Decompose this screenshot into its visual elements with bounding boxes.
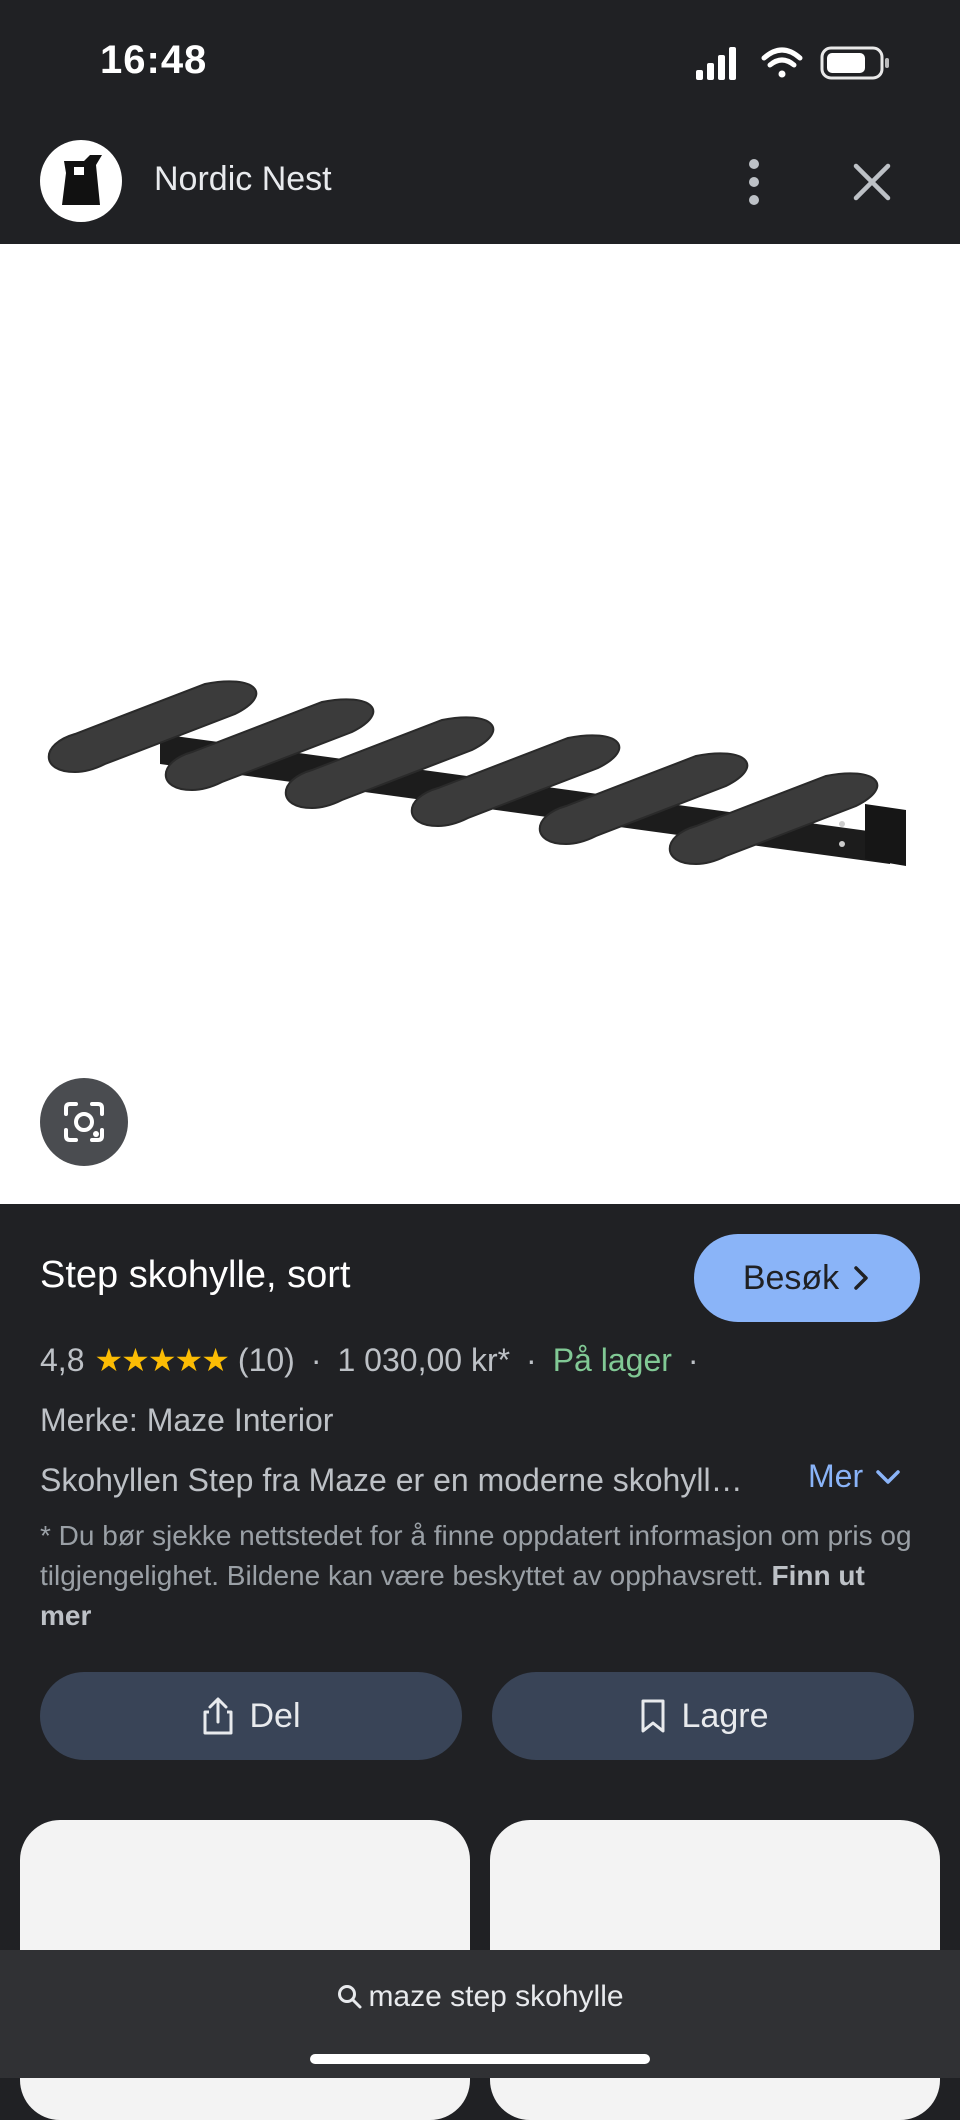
- visit-button[interactable]: Besøk: [694, 1234, 920, 1322]
- brand-line: Merke: Maze Interior: [40, 1402, 334, 1438]
- status-time: 16:48: [100, 38, 208, 82]
- site-name[interactable]: Nordic Nest: [154, 160, 332, 199]
- search-query-chip[interactable]: maze step skohylle: [0, 1980, 960, 2014]
- chevron-down-icon: [876, 1469, 900, 1484]
- product-meta-row: 4,8 ★★★★★ (10) · 1 030,00 kr* · På lager…: [40, 1338, 705, 1382]
- chevron-right-icon: [854, 1266, 868, 1290]
- share-label: Del: [249, 1696, 301, 1735]
- status-icons: [696, 44, 896, 84]
- search-icon: [338, 1985, 362, 2009]
- disclaimer: * Du bør sjekke nettstedet for å finne o…: [40, 1516, 920, 1636]
- product-image: [47, 680, 906, 866]
- bottom-search-bar: maze step skohylle: [0, 1950, 960, 2078]
- cellular-signal-icon: [696, 47, 736, 80]
- wifi-icon: [761, 47, 803, 78]
- status-icons-svg: [696, 46, 889, 80]
- save-label: Lagre: [681, 1696, 769, 1735]
- battery-icon: [820, 46, 889, 80]
- lens-icon: [64, 1102, 104, 1142]
- separator: ·: [687, 1341, 699, 1378]
- product-image-area[interactable]: [0, 244, 960, 1204]
- review-count[interactable]: (10): [238, 1342, 295, 1379]
- share-button[interactable]: Del: [40, 1672, 462, 1760]
- separator: ·: [526, 1341, 537, 1378]
- availability-status: På lager: [552, 1341, 672, 1378]
- close-icon: [853, 163, 891, 201]
- more-options-button[interactable]: [738, 156, 770, 208]
- price: 1 030,00 kr*: [337, 1341, 511, 1378]
- separator: ·: [310, 1341, 322, 1378]
- site-header: Nordic Nest: [0, 120, 960, 244]
- close-button[interactable]: [848, 158, 896, 206]
- save-button[interactable]: Lagre: [492, 1672, 914, 1760]
- home-indicator[interactable]: [310, 2054, 650, 2064]
- product-title: Step skohylle, sort: [40, 1254, 351, 1296]
- visit-button-label: Besøk: [742, 1258, 840, 1297]
- search-query-text: maze step skohylle: [368, 1980, 624, 2013]
- google-lens-button[interactable]: [40, 1078, 128, 1166]
- site-logo[interactable]: [40, 140, 122, 222]
- nordic-nest-logo-icon: [62, 155, 102, 205]
- more-label: Mer: [808, 1458, 864, 1494]
- product-description: Skohyllen Step fra Maze er en moderne sk…: [40, 1462, 743, 1498]
- share-icon: [203, 1697, 233, 1735]
- bookmark-icon: [641, 1699, 665, 1733]
- more-vert-icon: [749, 159, 759, 205]
- more-button[interactable]: Mer: [808, 1458, 901, 1495]
- rating-value: 4,8: [40, 1341, 85, 1378]
- status-bar: 16:48: [0, 0, 960, 120]
- rating-stars-icon: ★★★★★: [94, 1342, 229, 1378]
